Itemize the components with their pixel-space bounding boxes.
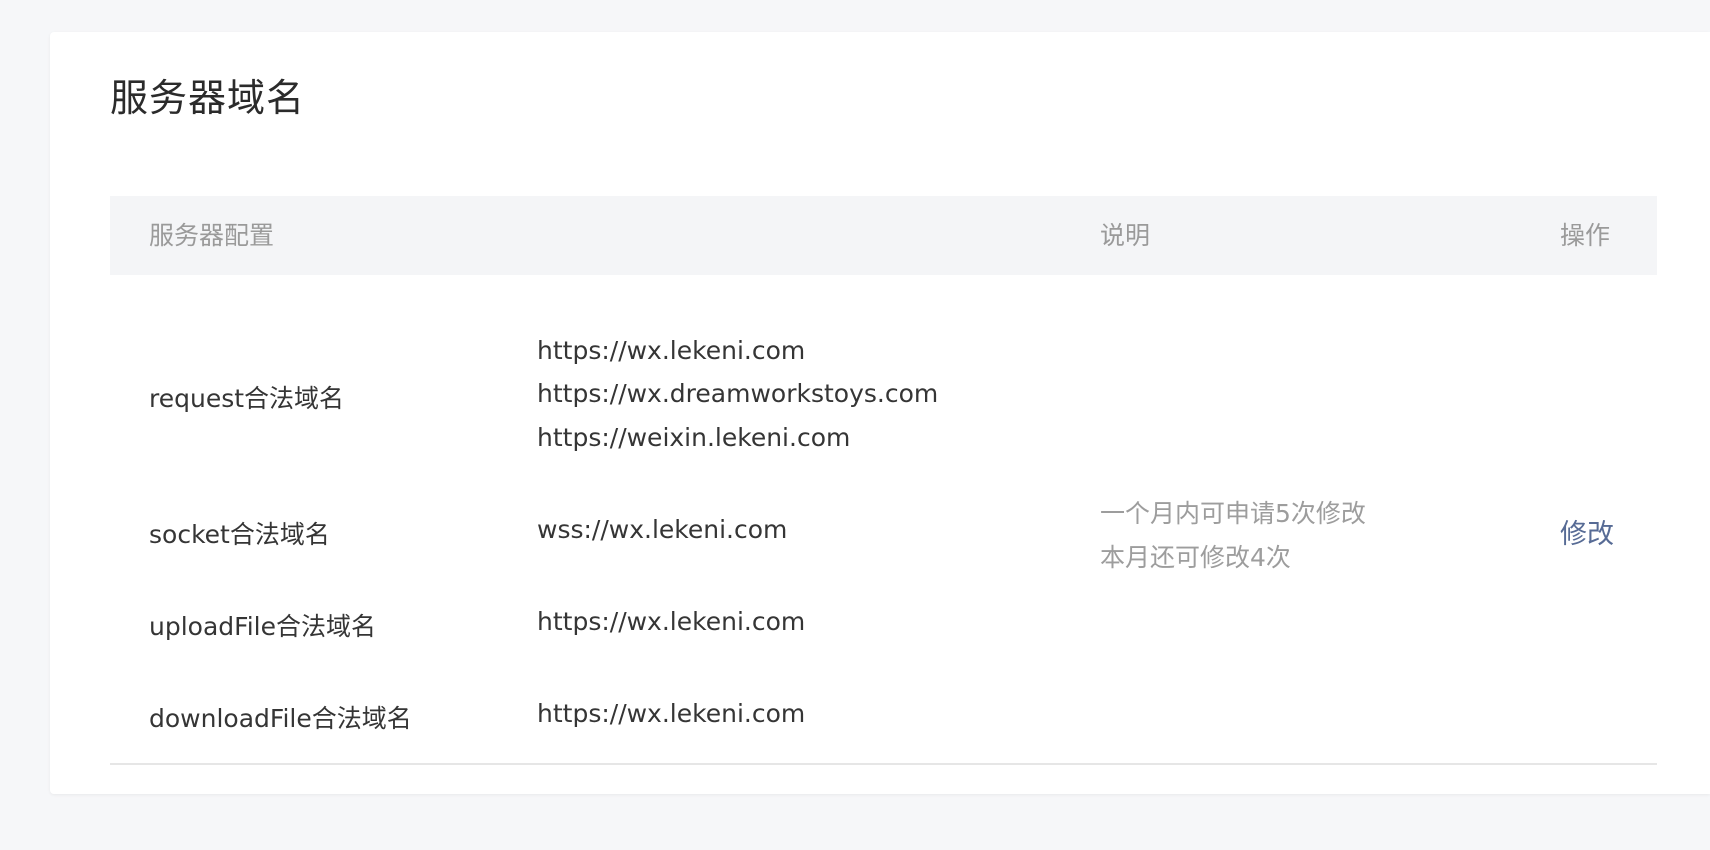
table-bottom-divider [110, 763, 1657, 765]
domain-socket-1: wss://wx.lekeni.com [537, 515, 788, 544]
header-operation: 操作 [1560, 221, 1611, 250]
row-label-request: request合法域名 [149, 384, 345, 413]
modify-link[interactable]: 修改 [1560, 512, 1614, 551]
row-label-uploadfile: uploadFile合法域名 [149, 612, 376, 641]
table-header: 服务器配置 说明 操作 [110, 196, 1657, 275]
header-config: 服务器配置 [149, 221, 275, 250]
page-title: 服务器域名 [110, 76, 306, 120]
row-label-downloadfile: downloadFile合法域名 [149, 704, 412, 733]
header-description: 说明 [1100, 221, 1151, 250]
domain-request-1: https://wx.lekeni.com [537, 336, 806, 365]
description-line-2: 本月还可修改4次 [1100, 543, 1291, 572]
domain-downloadfile-1: https://wx.lekeni.com [537, 699, 806, 728]
server-config-table: 服务器配置 说明 操作 request合法域名 https://wx.leken… [110, 196, 1657, 766]
server-domain-card: 服务器域名 服务器配置 说明 操作 request合法域名 https://wx… [50, 32, 1710, 794]
domain-request-2: https://wx.dreamworkstoys.com [537, 379, 939, 408]
domain-uploadfile-1: https://wx.lekeni.com [537, 607, 806, 636]
row-label-socket: socket合法域名 [149, 520, 330, 549]
description-line-1: 一个月内可申请5次修改 [1100, 499, 1366, 528]
domain-request-3: https://weixin.lekeni.com [537, 423, 851, 452]
